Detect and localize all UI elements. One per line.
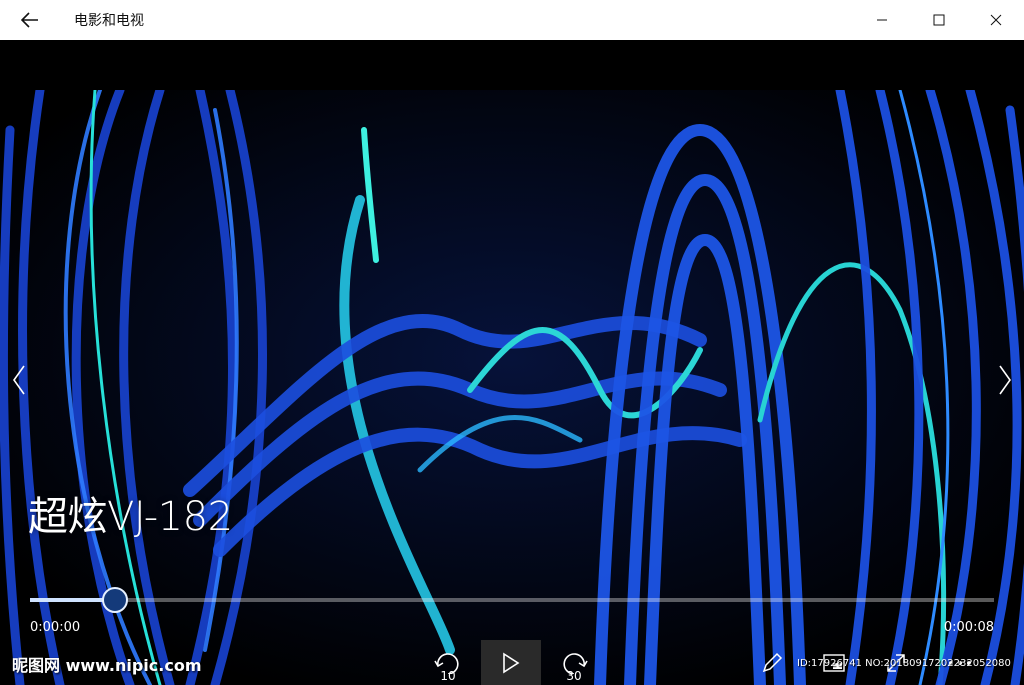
minimize-button[interactable]: [853, 0, 910, 40]
play-button[interactable]: [481, 640, 541, 685]
video-frame: [0, 90, 1024, 685]
skip-back-label: 10: [440, 669, 456, 683]
close-icon: [990, 14, 1001, 26]
minimize-icon: [876, 19, 887, 21]
back-arrow-icon: [21, 12, 38, 28]
pencil-icon: [762, 652, 783, 672]
total-time: 0:00:08: [943, 620, 994, 635]
maximize-button[interactable]: [910, 0, 967, 40]
back-button[interactable]: [0, 0, 60, 40]
title-bar: 电影和电视: [0, 0, 1024, 40]
skip-back-button[interactable]: 10: [418, 640, 478, 685]
play-icon: [503, 652, 520, 673]
image-id-watermark: ID:17926741 NO:20180917202232052080: [797, 658, 1011, 669]
current-time: 0:00:00: [30, 620, 81, 635]
chevron-right-icon: [999, 365, 1011, 395]
app-title: 电影和电视: [74, 13, 144, 29]
edit-button[interactable]: [742, 640, 802, 685]
seek-bar[interactable]: [30, 587, 994, 613]
video-title: 超炫VJ-182: [28, 494, 233, 540]
site-watermark: 昵图网 www.nipic.com: [12, 656, 202, 675]
video-player[interactable]: 超炫VJ-182 0:00:00 0:00:08 10 30 昵图网 www.n…: [0, 40, 1024, 685]
maximize-icon: [933, 14, 944, 26]
skip-forward-label: 30: [566, 669, 582, 683]
seek-thumb[interactable]: [101, 587, 128, 613]
skip-forward-button[interactable]: 30: [544, 640, 604, 685]
close-button[interactable]: [967, 0, 1024, 40]
previous-video-button[interactable]: [4, 360, 34, 400]
next-video-button[interactable]: [990, 360, 1020, 400]
chevron-left-icon: [13, 365, 25, 395]
